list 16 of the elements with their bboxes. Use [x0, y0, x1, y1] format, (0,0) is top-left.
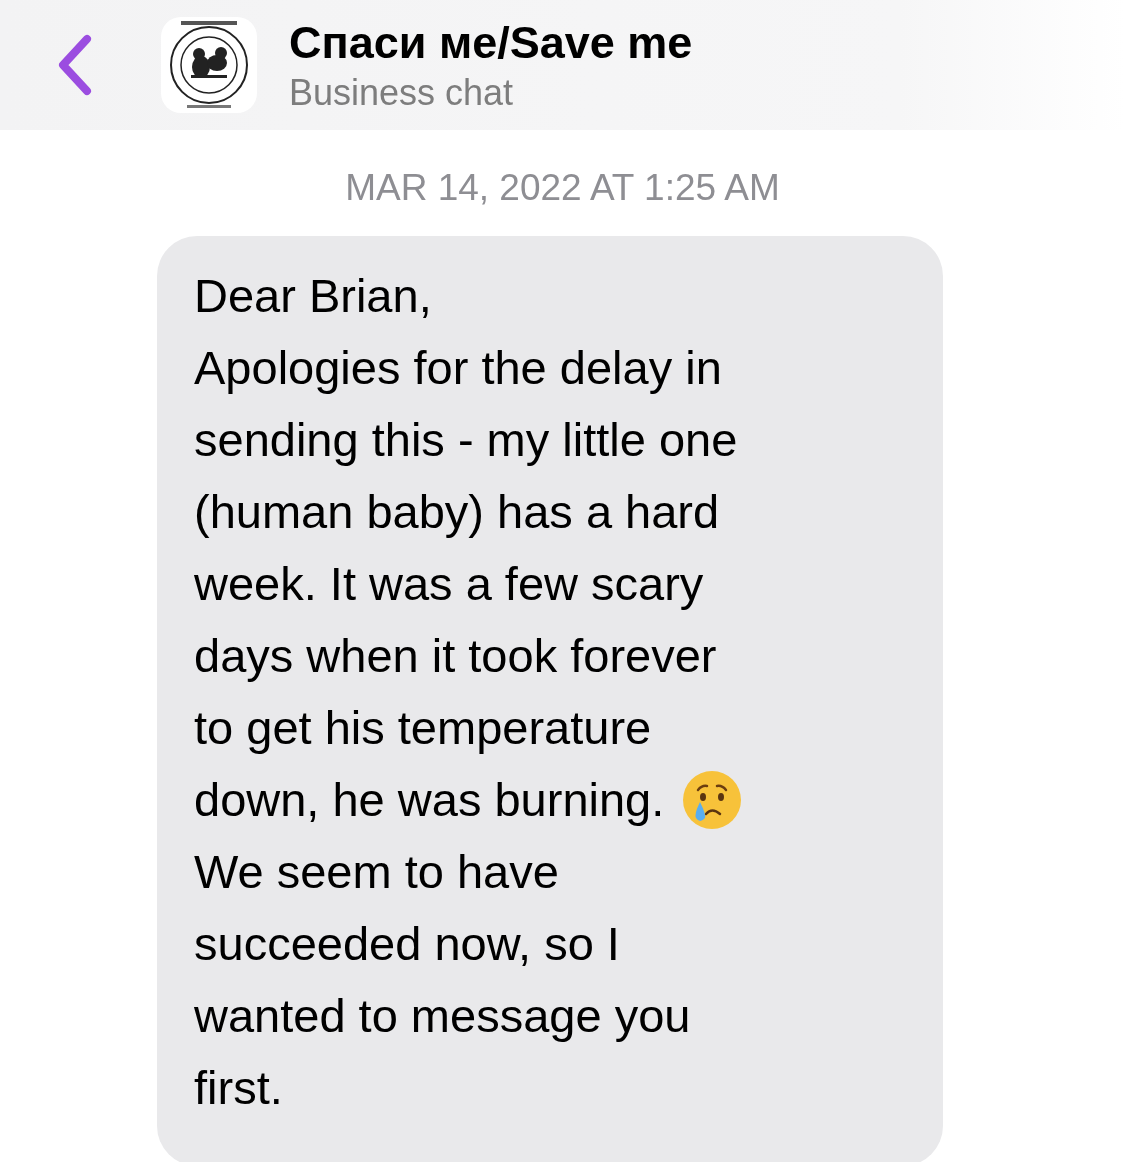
message-text: We seem to have [194, 844, 559, 900]
message-text: (human baby) has a hard [194, 484, 720, 540]
message-text: wanted to message you [194, 988, 691, 1044]
message-text: days when it took forever [194, 628, 717, 684]
message-timestamp: MAR 14, 2022 AT 1:25 AM [344, 166, 781, 210]
message-text: sending this - my little one [194, 412, 738, 468]
chat-subtitle: Business chat [289, 71, 515, 115]
message-text: down, he was burning. [194, 772, 665, 828]
message-text: succeeded now, so I [194, 916, 620, 972]
message-text: first. [194, 1060, 283, 1116]
message-text: to get his temperature [194, 700, 652, 756]
chat-title: Спаси ме/Save me [289, 16, 693, 70]
message-text: week. It was a few scary [194, 556, 704, 612]
message-text: Apologies for the delay in [194, 340, 722, 396]
crying-face-icon [682, 770, 743, 830]
message-text: Dear Brian, [194, 268, 432, 324]
